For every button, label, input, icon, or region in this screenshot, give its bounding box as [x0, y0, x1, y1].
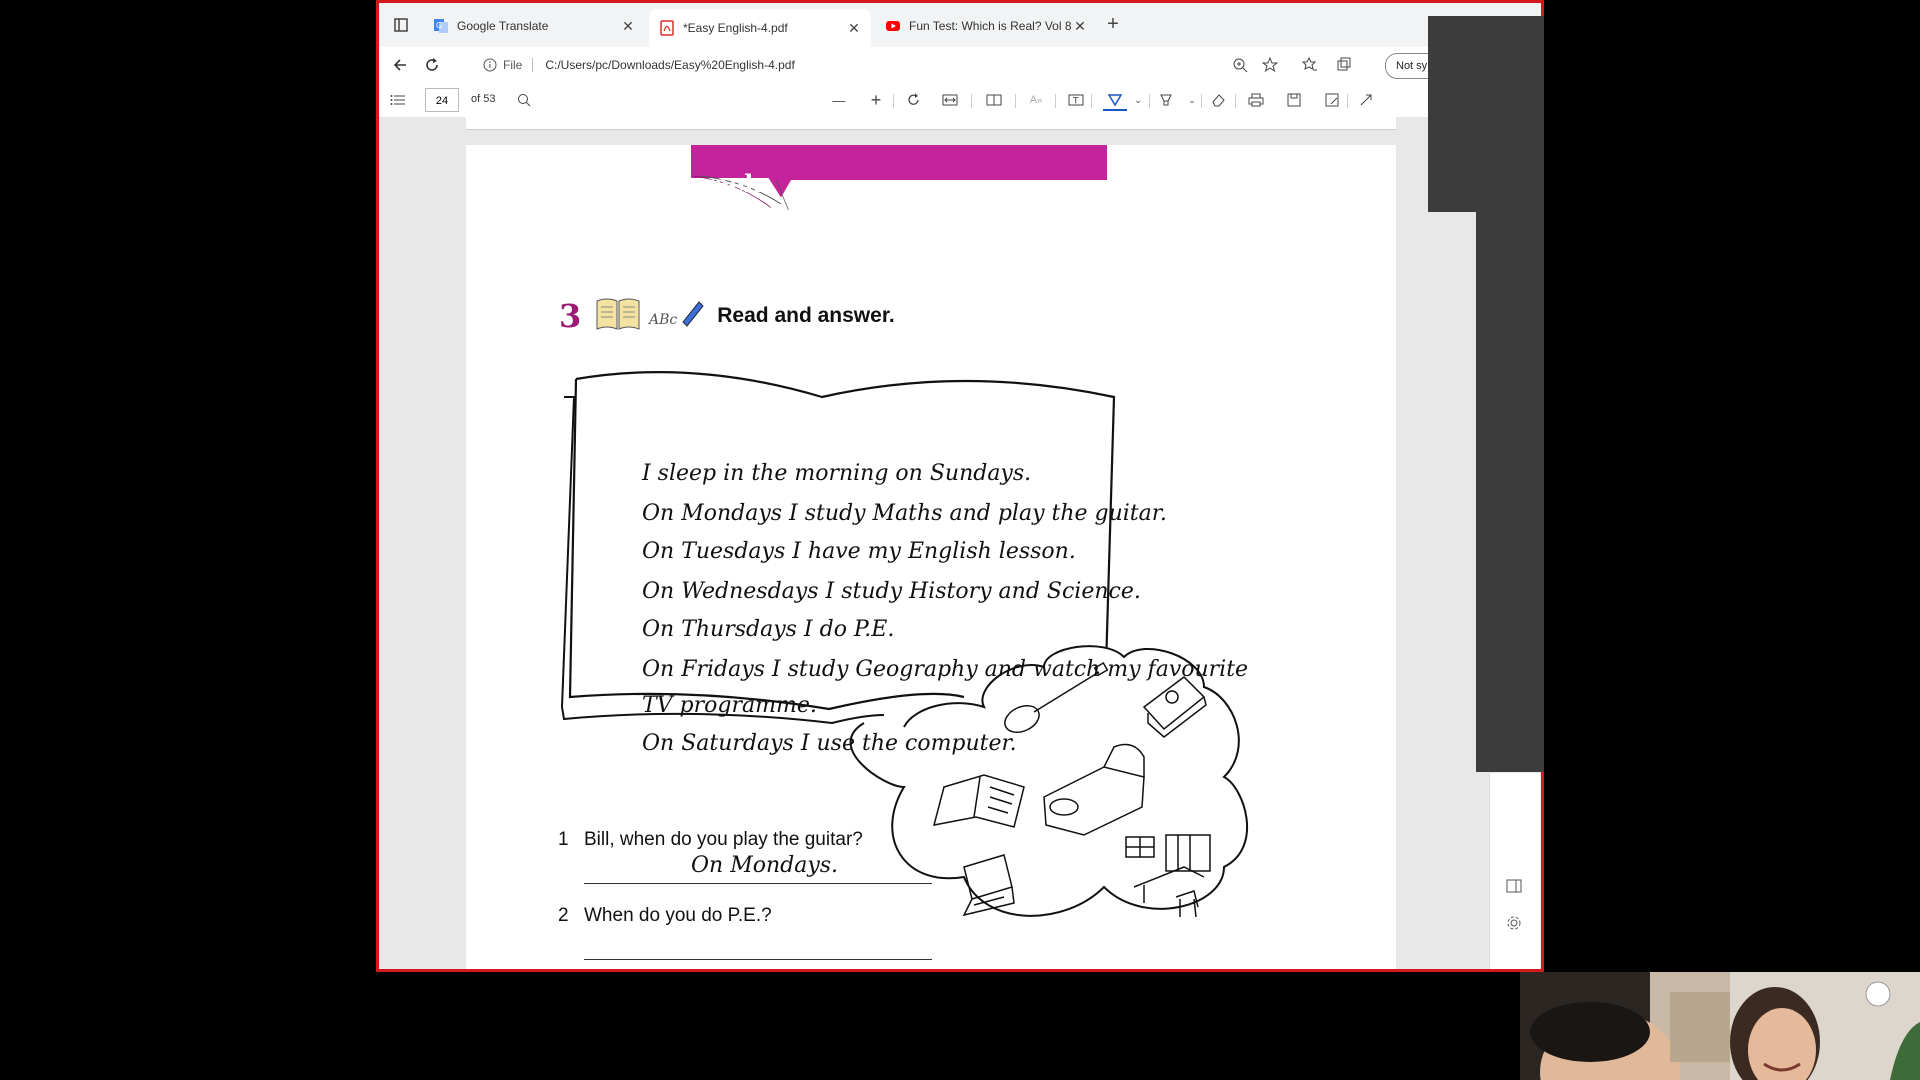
back-button[interactable] [389, 54, 411, 76]
save-icon[interactable] [1285, 91, 1303, 109]
save-as-icon[interactable] [1323, 91, 1341, 109]
favorites-icon[interactable] [1299, 54, 1321, 76]
question-number: 1 [558, 829, 569, 850]
zoom-icon[interactable] [1229, 54, 1251, 76]
toolbar-divider [1201, 94, 1202, 108]
exercise-number: 3 [559, 296, 582, 335]
print-icon[interactable] [1247, 91, 1265, 109]
highlight-icon[interactable] [1157, 91, 1175, 109]
url-divider [532, 58, 534, 72]
tab-google-translate[interactable]: G Google Translate ✕ [423, 11, 645, 41]
toolbar-divider [1235, 94, 1236, 108]
toolbar-divider [1015, 94, 1016, 108]
toolbar-divider [1055, 94, 1056, 108]
add-favorite-icon[interactable] [1259, 54, 1281, 76]
page-view-icon[interactable] [985, 91, 1003, 109]
pdf-toolbar: 24 of 53 — + A» T ⌄ ⌄ [379, 83, 1541, 118]
question-text: Bill, when do you play the guitar? [584, 829, 863, 850]
story-line: On Thursdays I do P.E. [642, 617, 895, 642]
info-icon [483, 58, 497, 72]
tab-youtube[interactable]: Fun Test: Which is Real? Vol 8 - Y ✕ [875, 11, 1097, 41]
close-tab-icon[interactable]: ✕ [621, 18, 635, 35]
answer-line [584, 883, 932, 884]
close-tab-icon[interactable]: ✕ [1073, 18, 1087, 35]
question-2: 2 When do you do P.E.? [558, 905, 772, 927]
youtube-icon [885, 18, 901, 34]
tab-actions-icon[interactable] [393, 17, 409, 33]
open-book-icon [595, 295, 641, 336]
pdf-page: Days of the week 3 ABc Read and answer. [466, 145, 1396, 969]
banner-title: Days of the week [534, 169, 761, 198]
draw-options-chevron-down-icon[interactable]: ⌄ [1129, 91, 1147, 109]
tab-label: Fun Test: Which is Real? Vol 8 - Y [909, 19, 1073, 33]
story-line: I sleep in the morning on Sundays. [642, 461, 1032, 486]
toolbar-divider [1091, 94, 1092, 108]
story-line: On Saturdays I use the computer. [642, 731, 1017, 756]
side-panel [1489, 773, 1540, 969]
tab-label: *Easy English-4.pdf [683, 21, 788, 35]
zoom-in-button[interactable]: + [867, 90, 885, 110]
zoom-out-button[interactable]: — [830, 91, 848, 109]
exercise-heading: 3 ABc Read and answer. [559, 295, 895, 336]
story-line: On Tuesdays I have my English lesson. [642, 539, 1076, 564]
writing-pen-icon: ABc [647, 296, 705, 335]
story-line: On Wednesdays I study History and Scienc… [642, 579, 1141, 604]
page-total-label: of 53 [471, 93, 496, 105]
rotate-icon[interactable] [905, 91, 923, 109]
question-text: When do you do P.E.? [584, 905, 772, 926]
toolbar-divider [1149, 94, 1150, 108]
tab-label: Google Translate [457, 19, 549, 33]
fullscreen-icon[interactable] [1357, 91, 1375, 109]
toolbar-divider [1347, 94, 1348, 108]
page-number-input[interactable]: 24 [425, 88, 459, 112]
url-text: C:/Users/pc/Downloads/Easy%20English-4.p… [545, 58, 795, 72]
story-line: On Mondays I study Maths and play the gu… [642, 501, 1167, 526]
toolbar-divider [971, 94, 972, 108]
highlight-options-chevron-down-icon[interactable]: ⌄ [1183, 91, 1201, 109]
eraser-icon[interactable] [1209, 91, 1227, 109]
toolbar-divider [893, 94, 894, 108]
read-aloud-icon[interactable]: A» [1027, 91, 1045, 109]
collections-icon[interactable] [1333, 54, 1355, 76]
back-arrow-icon [393, 59, 406, 71]
svg-text:T: T [1072, 97, 1079, 107]
browser-window: G Google Translate ✕ *Easy English-4.pdf… [376, 0, 1544, 972]
question-1: 1 Bill, when do you play the guitar? [558, 829, 863, 851]
new-tab-button[interactable]: + [1101, 13, 1125, 36]
search-icon[interactable] [515, 91, 533, 109]
previous-page-edge [466, 117, 1396, 130]
draw-icon [1108, 94, 1122, 107]
pdf-icon [659, 20, 675, 36]
panel-toggle-icon[interactable] [1506, 879, 1522, 898]
address-bar: File C:/Users/pc/Downloads/Easy%20Englis… [379, 47, 1541, 84]
story-line: TV programme. [642, 693, 817, 718]
contents-icon[interactable] [389, 91, 407, 109]
tab-pdf[interactable]: *Easy English-4.pdf ✕ [649, 9, 871, 47]
svg-text:G: G [436, 21, 442, 30]
pdf-viewer[interactable]: Days of the week 3 ABc Read and answer. [379, 117, 1541, 969]
close-tab-icon[interactable]: ✕ [847, 20, 861, 37]
answer-1: On Mondays. [691, 853, 839, 878]
tab-strip: G Google Translate ✕ *Easy English-4.pdf… [379, 3, 1541, 47]
fit-width-icon[interactable] [941, 91, 959, 109]
url-field[interactable]: File C:/Users/pc/Downloads/Easy%20Englis… [483, 53, 795, 77]
webcam-video [1520, 972, 1920, 1080]
question-number: 2 [558, 905, 569, 926]
overlay-strip [1476, 212, 1544, 772]
refresh-button[interactable] [421, 54, 443, 76]
story-line: On Fridays I study Geography and watch m… [642, 657, 1249, 682]
svg-text:ABc: ABc [647, 312, 677, 328]
google-translate-icon: G [433, 18, 449, 34]
draw-button[interactable] [1103, 91, 1127, 111]
refresh-icon [426, 58, 438, 71]
gear-icon[interactable] [1506, 915, 1522, 936]
exercise-instruction: Read and answer. [717, 303, 895, 327]
overlay-panel [1428, 16, 1544, 212]
answer-line [584, 959, 932, 960]
url-scheme-label: File [503, 58, 523, 72]
add-text-icon[interactable]: T [1067, 91, 1085, 109]
